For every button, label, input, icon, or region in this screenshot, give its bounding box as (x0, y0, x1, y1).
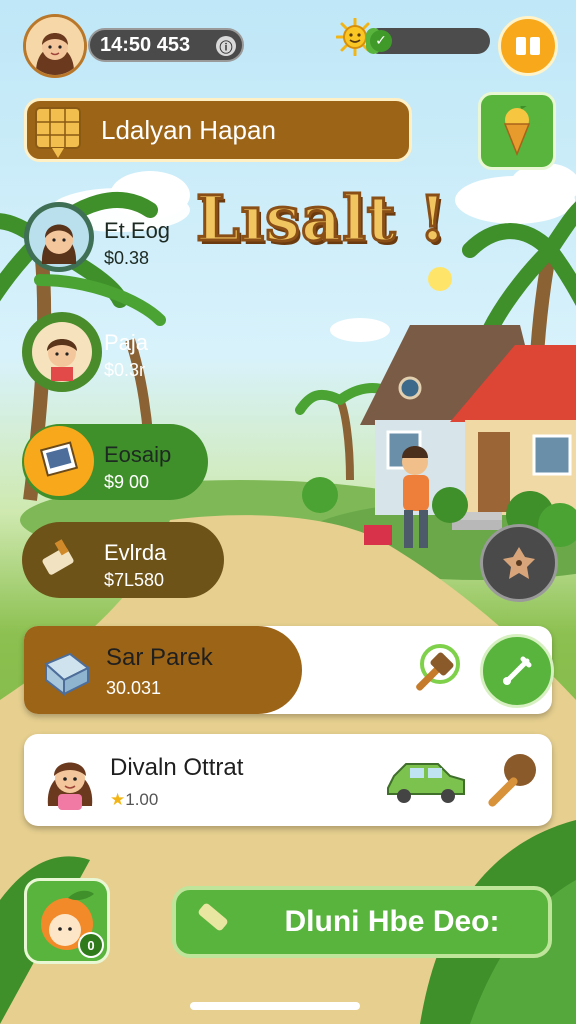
character-badge: 0 (78, 932, 104, 958)
task-card-1[interactable]: Sar Parek 30.031 (24, 626, 554, 714)
star-icon: ★ (110, 790, 126, 809)
timer-display: 14:50 453 ⓘ (88, 28, 244, 62)
tool-kit-icon (24, 524, 94, 594)
wrench-icon (503, 656, 532, 685)
game-scene: 14:50 453 ⓘ ✓ Ldalyan Hapan Lısalt ! Et.… (0, 0, 576, 1024)
task-card-rating: ★1.00 (110, 790, 158, 810)
task-card-value: 1.00 (125, 790, 159, 809)
task-card-title: Sar Parek (106, 644, 213, 671)
task-card-title: Divaln Ottrat (110, 754, 244, 781)
side-item-price: $7L580 (104, 570, 165, 590)
task-card-2[interactable]: Divaln Ottrat ★1.00 (24, 734, 552, 826)
home-indicator[interactable] (190, 1002, 360, 1010)
critter-button[interactable] (480, 524, 558, 602)
info-icon[interactable]: ⓘ (216, 36, 236, 56)
ice-cream-icon (503, 106, 531, 156)
side-item-3[interactable]: Eosaip $9 00 (22, 424, 208, 500)
player-avatar[interactable] (23, 14, 87, 78)
book-icon (516, 37, 540, 55)
check-icon: ✓ (370, 30, 392, 52)
ice-cream-button[interactable] (478, 92, 556, 170)
side-item-price: $9 00 (104, 472, 150, 492)
primary-action-button[interactable]: Dluni Hbe Deo: (172, 886, 552, 958)
side-item-price: $0.3r (104, 360, 146, 380)
primary-action-label: Dluni Hbe Deo: (284, 905, 500, 938)
hammer-icon (406, 640, 466, 700)
task-card-value: 30.031 (106, 678, 162, 698)
critter-icon (503, 547, 535, 579)
woman-face-icon (26, 17, 84, 75)
map-scroll-icon (30, 100, 86, 162)
girl-waving-icon (27, 317, 97, 387)
game-title: Lısalt ! (195, 181, 448, 257)
mallet-icon (480, 748, 544, 812)
ticket-icon (197, 901, 229, 933)
side-item-4[interactable]: Evlrda $7L580 (22, 522, 224, 598)
woman-avatar-icon (24, 202, 94, 272)
package-icon (36, 640, 96, 700)
photo-frame-icon (24, 426, 94, 496)
side-item-2[interactable]: Paja $0.3r (22, 312, 148, 392)
side-item-name: Et.Eog (104, 218, 171, 243)
girl-avatar-icon (40, 746, 100, 812)
side-item-1[interactable]: Et.Eog $0.38 (22, 200, 197, 276)
timer-text: 14:50 453 (100, 33, 191, 56)
side-item-price: $0.38 (104, 248, 150, 268)
quest-banner-title: Ldalyan Hapan (101, 114, 276, 145)
menu-button[interactable] (498, 16, 558, 76)
wrench-button[interactable] (480, 634, 554, 708)
car-icon (384, 752, 468, 808)
side-item-name: Evlrda (104, 540, 167, 565)
side-item-name: Eosaip (104, 442, 172, 467)
side-item-name: Paja (104, 330, 149, 355)
